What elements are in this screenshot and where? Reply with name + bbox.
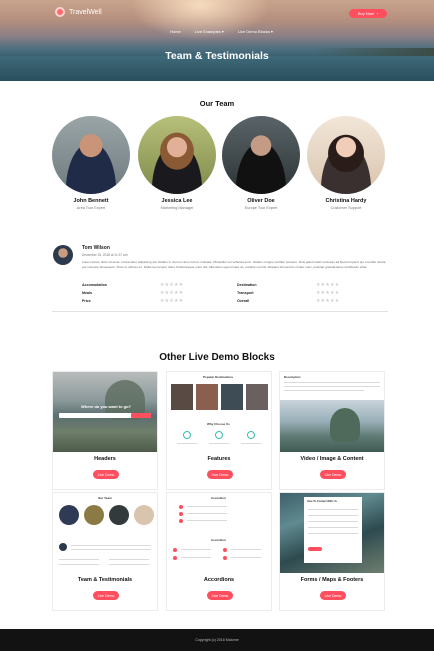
live-demo-button[interactable]: Live Demo — [93, 470, 119, 479]
reviewer-name: Tom Wilson — [82, 245, 110, 251]
live-demo-button[interactable]: Live Demo — [320, 591, 346, 600]
demo-card-forms-maps-footers[interactable]: How To Contact With Us Forms / Maps & Fo… — [279, 492, 385, 611]
thumbnail-features: Popular Destinations Why Choose Us — [167, 372, 271, 452]
member-role: Marketing Manager — [160, 206, 194, 210]
thumb-heading: Description — [284, 375, 301, 379]
demo-card-accordions[interactable]: Accordion Accordion Accordions Live Demo — [166, 492, 272, 611]
member-name: Jessica Lee — [161, 198, 193, 204]
demo-card-features[interactable]: Popular Destinations Why Choose Us Featu… — [166, 371, 272, 490]
team-member-card: Oliver Doe Europe Tour Expert — [222, 116, 300, 210]
member-role: Area Tour Expert — [76, 206, 106, 210]
hero-sun-glow — [130, 0, 270, 40]
thumb-caption: Where do you want to go? — [81, 404, 131, 409]
logo-icon — [55, 7, 65, 17]
rating-stars: ★★★★★ — [316, 298, 340, 304]
testimonial-review: Tom Wilson December 15, 2018 at 11:37 am… — [52, 240, 388, 312]
thumb-subheading: Why Choose Us — [207, 422, 230, 426]
avatar — [52, 116, 130, 194]
rating-label: Price — [82, 299, 91, 303]
live-demo-button[interactable]: Live Demo — [93, 591, 119, 600]
nav-item-home[interactable]: Home — [170, 29, 181, 34]
page-title: Team & Testimonials — [165, 50, 269, 62]
other-blocks-title: Other Live Demo Blocks — [159, 352, 275, 363]
rating-label: Accomodation — [82, 283, 107, 287]
avatar — [307, 116, 385, 194]
member-name: Christina Hardy — [325, 198, 367, 204]
rating-stars: ★★★★★ — [316, 290, 340, 296]
card-title: Accordions — [203, 577, 235, 583]
nav-item-live-examples[interactable]: Live Examples ▾ — [195, 29, 224, 34]
rating-stars: ★★★★★ — [160, 290, 184, 296]
demo-card-video-image-content[interactable]: Description Video / Image & Content Live… — [279, 371, 385, 490]
thumbnail-video-image: Description — [280, 372, 384, 452]
thumb-heading: Popular Destinations — [203, 375, 234, 379]
member-name: Oliver Doe — [247, 198, 275, 204]
team-member-card: Christina Hardy Customer Support — [307, 116, 385, 210]
rating-label: Destination — [237, 283, 257, 287]
member-role: Customer Support — [330, 206, 362, 210]
review-text: Lorem ipsum dolor sit amet, consectetur … — [82, 260, 387, 269]
main-nav: Home Live Examples ▾ Live Demo Blocks ▾ — [170, 29, 273, 34]
member-name: John Bennett — [73, 198, 109, 204]
rating-label: Overall — [237, 299, 250, 303]
footer: Copyright (c) 2018 Malorne — [0, 629, 434, 651]
buy-now-label: Buy Now — [357, 11, 374, 16]
review-date: December 15, 2018 at 11:37 am — [82, 253, 128, 257]
rating-label: Meals — [82, 291, 92, 295]
demo-card-headers[interactable]: Where do you want to go? Headers Live De… — [52, 371, 158, 490]
rating-stars: ★★★★★ — [316, 282, 340, 288]
hero-banner: TravelWell Buy Now › Home Live Examples … — [0, 0, 434, 81]
thumb-heading: Accordion — [211, 538, 226, 542]
live-demo-button[interactable]: Live Demo — [207, 591, 233, 600]
thumbnail-team: Our Team — [53, 493, 157, 573]
live-demo-button[interactable]: Live Demo — [320, 470, 346, 479]
card-title: Headers — [94, 456, 116, 462]
card-title: Team & Testimonials — [77, 577, 133, 583]
rating-label: Transport — [237, 291, 254, 295]
thumbnail-accordions: Accordion Accordion — [167, 493, 271, 573]
copyright-text: Copyright (c) 2018 Malorne — [195, 638, 239, 642]
site-logo[interactable]: TravelWell — [55, 7, 102, 17]
thumb-heading: Accordion — [211, 496, 226, 500]
team-section-title: Our Team — [199, 99, 235, 108]
avatar — [222, 116, 300, 194]
reviewer-avatar — [53, 245, 73, 265]
thumbnail-forms: How To Contact With Us — [280, 493, 384, 573]
thumb-heading: Our Team — [98, 496, 112, 500]
thumb-heading: How To Contact With Us — [307, 500, 337, 503]
card-title: Forms / Maps & Footers — [300, 577, 364, 583]
buy-now-button[interactable]: Buy Now › — [349, 9, 387, 18]
member-role: Europe Tour Expert — [244, 206, 278, 210]
rating-stars: ★★★★★ — [160, 298, 184, 304]
live-demo-button[interactable]: Live Demo — [207, 470, 233, 479]
card-title: Features — [207, 456, 231, 462]
card-title: Video / Image & Content — [300, 456, 364, 462]
avatar — [138, 116, 216, 194]
logo-text: TravelWell — [69, 8, 102, 16]
nav-item-live-demo-blocks[interactable]: Live Demo Blocks ▾ — [238, 29, 273, 34]
team-member-card: John Bennett Area Tour Expert — [52, 116, 130, 210]
demo-card-team-testimonials[interactable]: Our Team Team & Testimonials Live Demo — [52, 492, 158, 611]
team-member-card: Jessica Lee Marketing Manager — [138, 116, 216, 210]
arrow-right-icon: › — [376, 11, 379, 16]
rating-stars: ★★★★★ — [160, 282, 184, 288]
thumbnail-headers: Where do you want to go? — [53, 372, 157, 452]
